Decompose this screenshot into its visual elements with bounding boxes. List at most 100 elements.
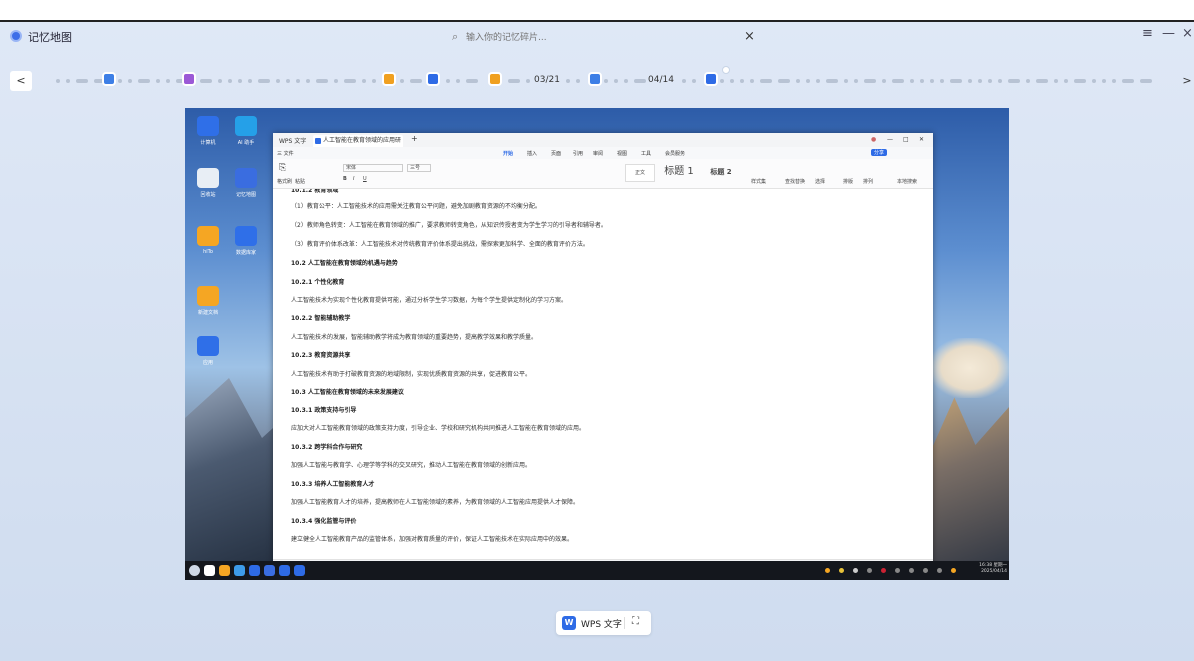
font-size-select[interactable]: 三号 [407, 164, 431, 172]
timeline-marker[interactable] [456, 79, 460, 83]
arrange-button[interactable]: 排版 [843, 178, 853, 185]
timeline-marker[interactable] [778, 79, 790, 83]
taskbar-app-icon[interactable] [219, 565, 230, 576]
timeline-marker[interactable] [334, 79, 338, 83]
timeline-marker[interactable] [248, 79, 252, 83]
timeline-marker[interactable] [892, 79, 904, 83]
timeline-marker[interactable] [950, 79, 962, 83]
taskbar-app-icon[interactable] [204, 565, 215, 576]
taskbar-app-icon[interactable] [294, 565, 305, 576]
taskbar-app-icon[interactable] [234, 565, 245, 576]
wps-app-tab[interactable]: WPS 文字 [279, 136, 306, 145]
timeline-marker[interactable] [692, 79, 696, 83]
tray-icon[interactable] [909, 568, 914, 573]
timeline-snapshot-icon[interactable] [182, 72, 196, 86]
timeline-marker[interactable] [362, 79, 366, 83]
tray-icon[interactable] [825, 568, 830, 573]
timeline-marker[interactable] [1092, 79, 1096, 83]
timeline-marker[interactable] [576, 79, 580, 83]
app-filter-label[interactable]: WPS 文字 [581, 617, 622, 630]
tray-icon[interactable] [881, 568, 886, 573]
underline-button[interactable]: U [363, 176, 367, 182]
ribbon-tab[interactable]: 审阅 [593, 150, 603, 157]
search-box[interactable]: ⌕ × [448, 27, 758, 49]
timeline-snapshot-icon[interactable] [382, 72, 396, 86]
timeline-marker[interactable] [56, 79, 60, 83]
clear-search-button[interactable]: × [744, 29, 755, 44]
select-button[interactable]: 选择 [815, 178, 825, 185]
timeline-marker[interactable] [882, 79, 886, 83]
timeline-marker[interactable] [730, 79, 734, 83]
timeline-marker[interactable] [118, 79, 122, 83]
ribbon-tab[interactable]: 会员服务 [665, 150, 685, 157]
minimize-button[interactable]: — [1162, 26, 1175, 41]
timeline-snapshot-icon[interactable] [102, 72, 116, 86]
timeline-marker[interactable] [930, 79, 934, 83]
timeline-marker[interactable] [1008, 79, 1020, 83]
timeline-marker[interactable] [238, 79, 242, 83]
timeline-marker[interactable] [508, 79, 520, 83]
timeline-snapshot-icon[interactable] [488, 72, 502, 86]
close-button[interactable]: × [1182, 26, 1193, 41]
timeline-next-button[interactable]: > [1176, 71, 1194, 91]
timeline-marker[interactable] [66, 79, 70, 83]
find-replace-button[interactable]: 查找替换 [785, 178, 805, 185]
timeline-marker[interactable] [614, 79, 618, 83]
tray-icon[interactable] [853, 568, 858, 573]
maximize-icon[interactable]: □ [903, 136, 909, 143]
ribbon-tab[interactable]: 开始 [503, 150, 513, 157]
timeline-cursor[interactable] [722, 66, 730, 74]
document-tab[interactable]: 人工智能在教育领域的应用研 [313, 135, 403, 147]
timeline-marker[interactable] [526, 79, 530, 83]
tray-icon[interactable] [839, 568, 844, 573]
style-body[interactable]: 正文 [625, 164, 655, 182]
timeline-marker[interactable] [138, 79, 150, 83]
style-heading2[interactable]: 标题 2 [703, 164, 739, 182]
timeline-marker[interactable] [258, 79, 270, 83]
ribbon-tab[interactable]: 插入 [527, 150, 537, 157]
timeline-prev-button[interactable]: < [10, 71, 32, 91]
timeline-marker[interactable] [854, 79, 858, 83]
timeline-marker[interactable] [910, 79, 914, 83]
desktop-app-icon[interactable] [197, 168, 219, 188]
app-filter-pill[interactable]: W WPS 文字 ⛶ [556, 611, 651, 635]
timeline-marker[interactable] [1074, 79, 1086, 83]
timeline-marker[interactable] [1112, 79, 1116, 83]
tray-icon[interactable] [951, 568, 956, 573]
screenshot-preview[interactable]: 计算机 AI 助手 回收站 记忆地图 hiTo 数据库家 新建文档 应用 WPS 文字 人工智… [185, 108, 1009, 580]
timeline-marker[interactable] [1026, 79, 1030, 83]
timeline-marker[interactable] [410, 79, 422, 83]
timeline-marker[interactable] [156, 79, 160, 83]
timeline-marker[interactable] [372, 79, 376, 83]
timeline-marker[interactable] [978, 79, 982, 83]
menu-button[interactable]: ≡ [1142, 26, 1153, 41]
timeline-marker[interactable] [760, 79, 772, 83]
timeline-marker[interactable] [604, 79, 608, 83]
timeline-marker[interactable] [276, 79, 280, 83]
desktop-app-icon[interactable] [235, 168, 257, 188]
new-tab-button[interactable]: + [411, 134, 418, 143]
ribbon-tab[interactable]: 引用 [573, 150, 583, 157]
timeline-marker[interactable] [1054, 79, 1058, 83]
styles-button[interactable]: 样式集 [751, 178, 766, 185]
timeline-marker[interactable] [1102, 79, 1106, 83]
timeline-marker[interactable] [816, 79, 820, 83]
bold-button[interactable]: B [343, 176, 347, 182]
timeline-marker[interactable] [316, 79, 328, 83]
timeline-marker[interactable] [228, 79, 232, 83]
timeline-marker[interactable] [446, 79, 450, 83]
timeline-marker[interactable] [750, 79, 754, 83]
timeline-marker[interactable] [940, 79, 944, 83]
timeline-marker[interactable] [296, 79, 300, 83]
timeline-marker[interactable] [400, 79, 404, 83]
ribbon-tab[interactable]: 视图 [617, 150, 627, 157]
timeline-marker[interactable] [682, 79, 686, 83]
share-button[interactable]: 分享 [871, 149, 888, 156]
close-icon[interactable]: ✕ [919, 136, 924, 143]
sort-button[interactable]: 排列 [863, 178, 873, 185]
timeline-marker[interactable] [1064, 79, 1068, 83]
timeline-marker[interactable] [566, 79, 570, 83]
ribbon-tab[interactable]: 工具 [641, 150, 651, 157]
italic-button[interactable]: I [353, 176, 354, 182]
timeline-track[interactable]: 03/21 04/14 [56, 66, 1156, 86]
